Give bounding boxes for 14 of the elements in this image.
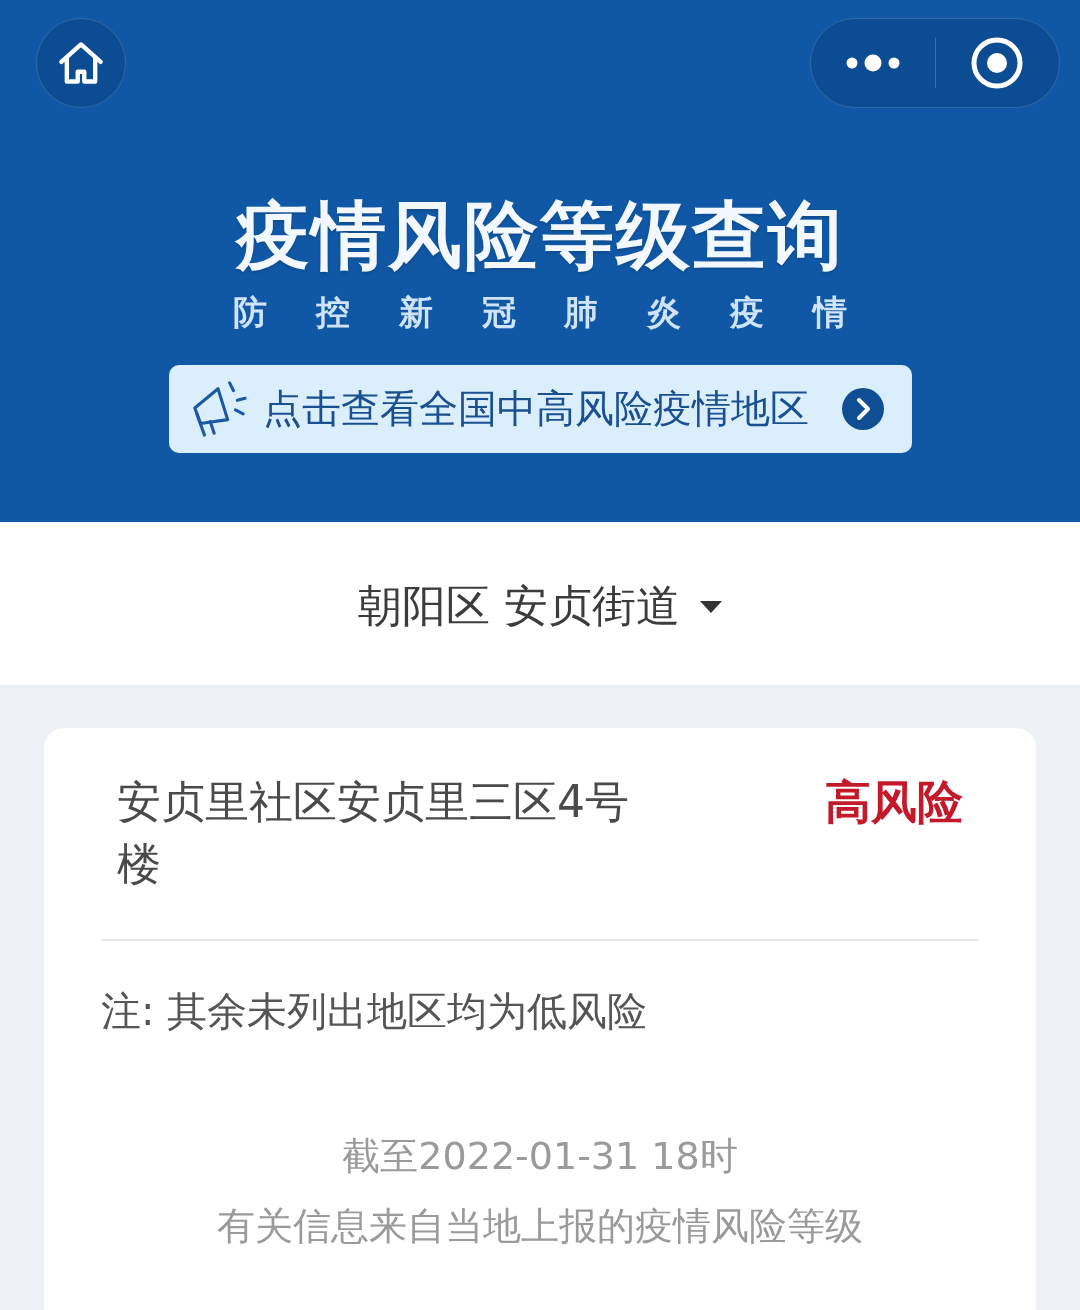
area-name: 安贞里社区安贞里三区4号楼 [116, 775, 630, 891]
more-icon [844, 53, 901, 73]
caret-down-icon [700, 600, 722, 613]
update-time-text: 截至2022-01-31 18时 [341, 1133, 739, 1180]
source-text: 有关信息来自当地上报的疫情风险等级 [216, 1203, 864, 1250]
target-icon [971, 37, 1024, 89]
district-dropdown[interactable]: 朝阳区 安贞街道 [358, 577, 722, 636]
page-title: 疫情风险等级查询 [236, 198, 844, 272]
note-text: 注: 其余未列出地区均为低风险 [101, 987, 649, 1036]
chevron-right-icon [841, 388, 884, 430]
risk-level-label: 高风险 [825, 774, 964, 831]
subtitle: 防 控 新 冠 肺 炎 疫 情 [233, 295, 847, 329]
home-icon [57, 41, 105, 85]
high-risk-areas-link[interactable]: 点击查看全国中高风险疫情地区 [168, 365, 912, 453]
